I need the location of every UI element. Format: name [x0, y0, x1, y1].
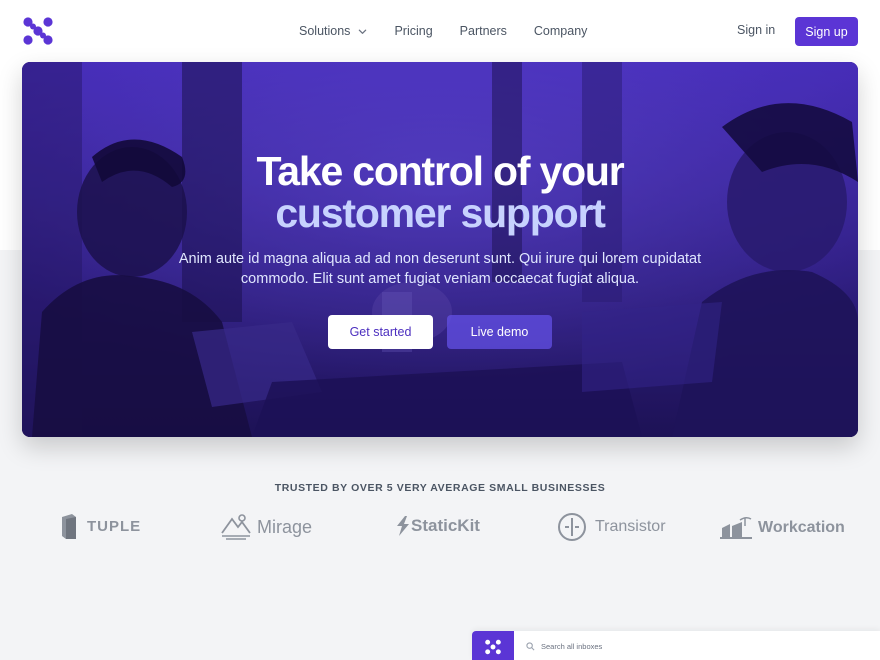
nav-solutions-label: Solutions — [299, 24, 351, 38]
chevron-down-icon — [359, 29, 367, 34]
nav-partners-label: Partners — [459, 24, 507, 38]
logo-icon[interactable] — [22, 16, 54, 46]
preview-sidebar — [472, 631, 514, 660]
main-nav: Solutions Pricing Partners Company — [299, 0, 614, 62]
site-header: Solutions Pricing Partners Company Sign … — [0, 0, 880, 62]
hero-title-line2: customer support — [275, 190, 606, 236]
mirage-name: Mirage — [257, 516, 313, 537]
hero-title-line1: Take control of your — [256, 148, 624, 194]
nav-company[interactable]: Company — [534, 24, 588, 38]
hero-subtitle: Anim aute id magna aliqua ad ad non dese… — [178, 251, 702, 287]
transistor-logo: Transistor — [557, 512, 666, 542]
trusted-heading: TRUSTED BY OVER 5 VERY AVERAGE SMALL BUS… — [274, 482, 606, 494]
preview-search-placeholder: Search all inboxes — [541, 642, 603, 651]
statickit-name: StaticKit — [411, 516, 480, 535]
nav-solutions[interactable]: Solutions — [299, 24, 367, 38]
nav-pricing[interactable]: Pricing — [394, 24, 432, 38]
statickit-icon — [397, 516, 409, 536]
statickit-logo: StaticKit — [396, 515, 480, 537]
sign-up-button[interactable]: Sign up — [795, 17, 858, 46]
hero-title: Take control of your customer support — [22, 150, 858, 234]
preview-search-input[interactable]: Search all inboxes — [526, 642, 602, 651]
workcation-icon — [720, 516, 752, 539]
tuple-name: TUPLE — [87, 518, 142, 535]
search-icon — [526, 642, 535, 651]
transistor-icon — [558, 513, 586, 541]
transistor-name: Transistor — [595, 518, 666, 535]
tuple-logo: TUPLE — [60, 513, 141, 540]
tuple-icon — [62, 514, 76, 539]
app-preview: Search all inboxes — [472, 631, 880, 660]
preview-logo-icon — [485, 639, 501, 655]
mirage-icon — [221, 514, 251, 540]
workcation-logo: Workcation — [720, 516, 845, 540]
hero-banner: Take control of your customer support An… — [22, 62, 858, 437]
nav-pricing-label: Pricing — [394, 24, 433, 38]
sign-in-link[interactable]: Sign in — [737, 23, 775, 37]
nav-partners[interactable]: Partners — [460, 24, 507, 38]
nav-company-label: Company — [533, 24, 588, 38]
workcation-name: Workcation — [758, 519, 845, 536]
get-started-button[interactable]: Get started — [328, 315, 433, 349]
customer-logos: TUPLE Mirage StaticKit Transistor Workca… — [0, 508, 880, 548]
mirage-logo: Mirage — [220, 513, 312, 541]
live-demo-button[interactable]: Live demo — [447, 315, 552, 349]
